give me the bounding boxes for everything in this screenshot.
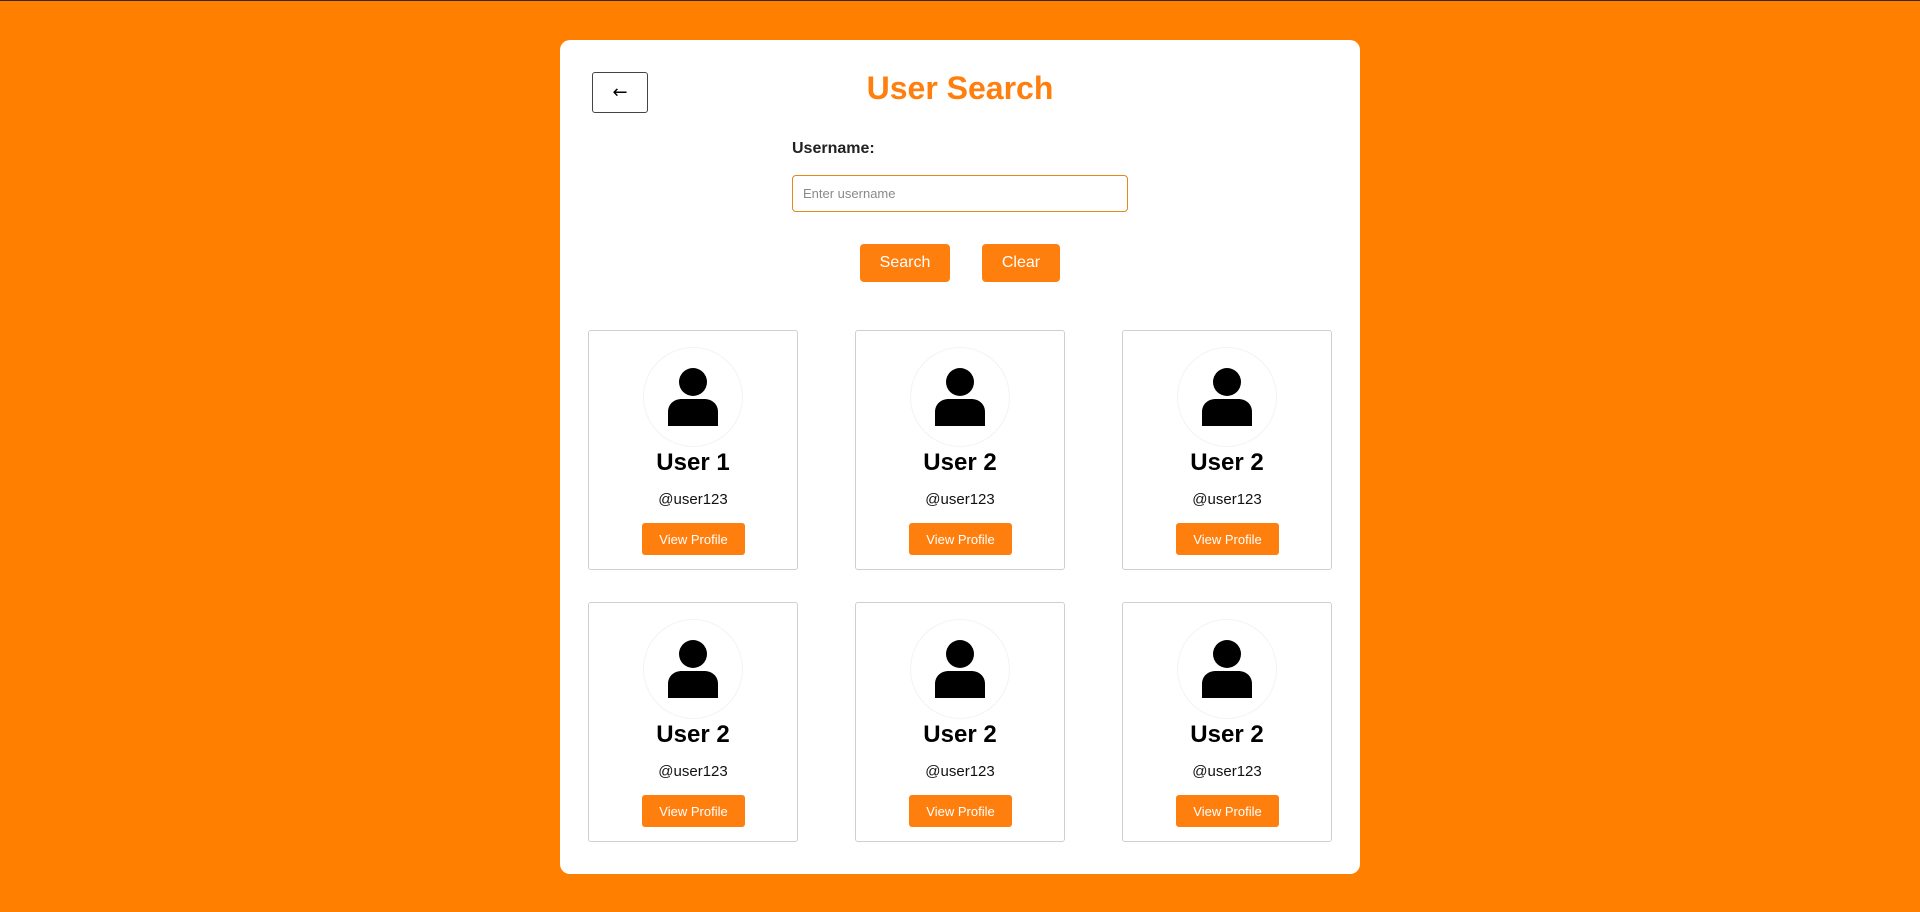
view-profile-button[interactable]: View Profile bbox=[642, 523, 745, 555]
user-card: User 2 @user123 View Profile bbox=[1122, 330, 1332, 570]
user-icon bbox=[1202, 368, 1252, 426]
user-icon bbox=[935, 368, 985, 426]
avatar bbox=[1177, 619, 1277, 719]
user-icon bbox=[668, 640, 718, 698]
view-profile-button[interactable]: View Profile bbox=[1176, 795, 1279, 827]
user-handle: @user123 bbox=[658, 491, 728, 508]
search-panel: ← User Search Username: Search Clear Use… bbox=[560, 40, 1360, 874]
user-name: User 2 bbox=[923, 721, 997, 748]
user-name: User 2 bbox=[1190, 721, 1264, 748]
user-handle: @user123 bbox=[925, 491, 995, 508]
avatar bbox=[910, 347, 1010, 447]
user-card: User 2 @user123 View Profile bbox=[855, 602, 1065, 842]
user-card: User 2 @user123 View Profile bbox=[1122, 602, 1332, 842]
user-icon bbox=[935, 640, 985, 698]
user-name: User 1 bbox=[656, 449, 730, 476]
view-profile-button[interactable]: View Profile bbox=[642, 795, 745, 827]
avatar bbox=[643, 619, 743, 719]
username-label: Username: bbox=[792, 140, 875, 157]
user-card: User 1 @user123 View Profile bbox=[588, 330, 798, 570]
user-card: User 2 @user123 View Profile bbox=[855, 330, 1065, 570]
user-icon bbox=[1202, 640, 1252, 698]
user-card: User 2 @user123 View Profile bbox=[588, 602, 798, 842]
view-profile-button[interactable]: View Profile bbox=[909, 523, 1012, 555]
view-profile-button[interactable]: View Profile bbox=[909, 795, 1012, 827]
avatar bbox=[1177, 347, 1277, 447]
user-handle: @user123 bbox=[1192, 491, 1262, 508]
view-profile-button[interactable]: View Profile bbox=[1176, 523, 1279, 555]
avatar bbox=[910, 619, 1010, 719]
search-button[interactable]: Search bbox=[860, 244, 950, 282]
page-title: User Search bbox=[866, 70, 1054, 106]
user-name: User 2 bbox=[1190, 449, 1264, 476]
username-input[interactable] bbox=[792, 175, 1128, 212]
top-border-line bbox=[0, 0, 1920, 1]
user-handle: @user123 bbox=[1192, 763, 1262, 780]
avatar bbox=[643, 347, 743, 447]
user-name: User 2 bbox=[923, 449, 997, 476]
user-name: User 2 bbox=[656, 721, 730, 748]
user-handle: @user123 bbox=[658, 763, 728, 780]
user-handle: @user123 bbox=[925, 763, 995, 780]
clear-button[interactable]: Clear bbox=[982, 244, 1060, 282]
user-icon bbox=[668, 368, 718, 426]
